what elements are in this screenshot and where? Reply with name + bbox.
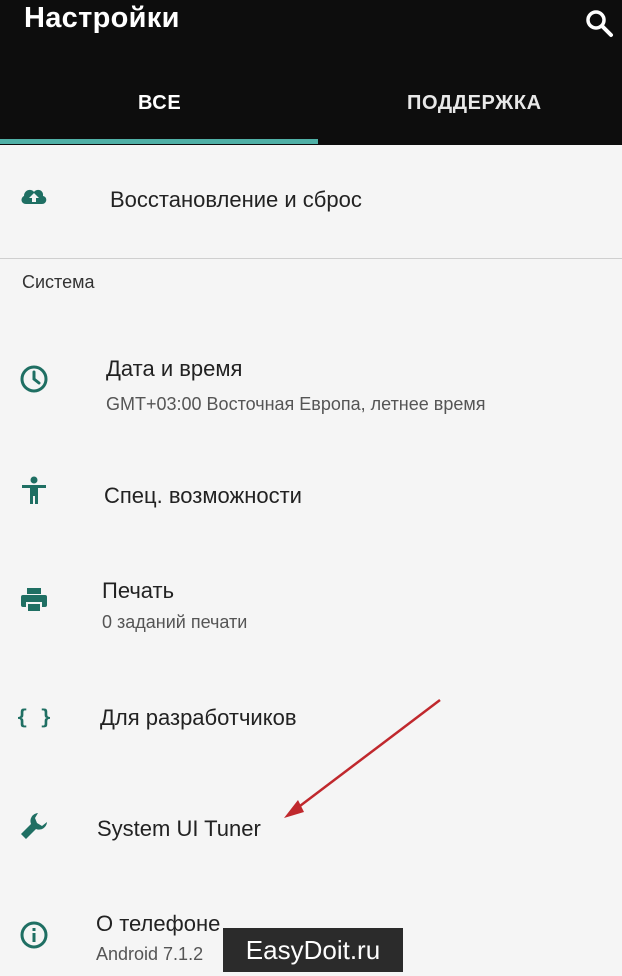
list-item-label: Дата и время — [106, 356, 243, 381]
list-item-summary: Android 7.1.2 — [96, 944, 204, 964]
wrench-icon — [21, 813, 47, 839]
list-item-developer-options[interactable]: { } Для разработчиков — [0, 685, 622, 765]
list-item-label: System UI Tuner — [97, 816, 261, 841]
printer-icon — [21, 588, 47, 613]
list-item-accessibility[interactable]: Спец. возможности — [0, 455, 622, 535]
list-item-backup-reset[interactable]: Восстановление и сброс — [0, 150, 622, 255]
search-icon[interactable] — [584, 8, 614, 38]
app-bar: Настройки ВСЕ ПОДДЕРЖКА — [0, 0, 622, 145]
braces-icon: { } — [18, 705, 50, 729]
page-title: Настройки — [24, 2, 180, 34]
watermark: EasyDoit.ru — [223, 928, 403, 972]
cloud-upload-icon — [21, 189, 47, 204]
divider — [0, 258, 622, 259]
tab-indicator — [0, 139, 318, 144]
list-item-summary: GMT+03:00 Восточная Европа, летнее время — [106, 394, 486, 414]
list-item-system-ui-tuner[interactable]: System UI Tuner — [0, 790, 622, 870]
tab-support[interactable]: ПОДДЕРЖКА — [407, 92, 542, 115]
list-item-printing[interactable]: Печать 0 заданий печати — [0, 560, 622, 660]
list-item-date-time[interactable]: Дата и время GMT+03:00 Восточная Европа,… — [0, 330, 622, 430]
list-item-label: Восстановление и сброс — [110, 187, 362, 212]
section-header-system: Система — [22, 272, 95, 292]
accessibility-icon — [22, 476, 46, 504]
clock-icon — [20, 365, 48, 393]
list-item-label: О телефоне — [96, 911, 221, 936]
list-item-label: Печать — [102, 578, 175, 603]
list-item-summary: 0 заданий печати — [102, 612, 248, 632]
tab-all[interactable]: ВСЕ — [138, 92, 181, 115]
info-icon — [20, 921, 48, 949]
list-item-label: Для разработчиков — [100, 705, 297, 730]
list-item-label: Спец. возможности — [104, 483, 302, 508]
svg-text:{ }: { } — [18, 705, 50, 729]
